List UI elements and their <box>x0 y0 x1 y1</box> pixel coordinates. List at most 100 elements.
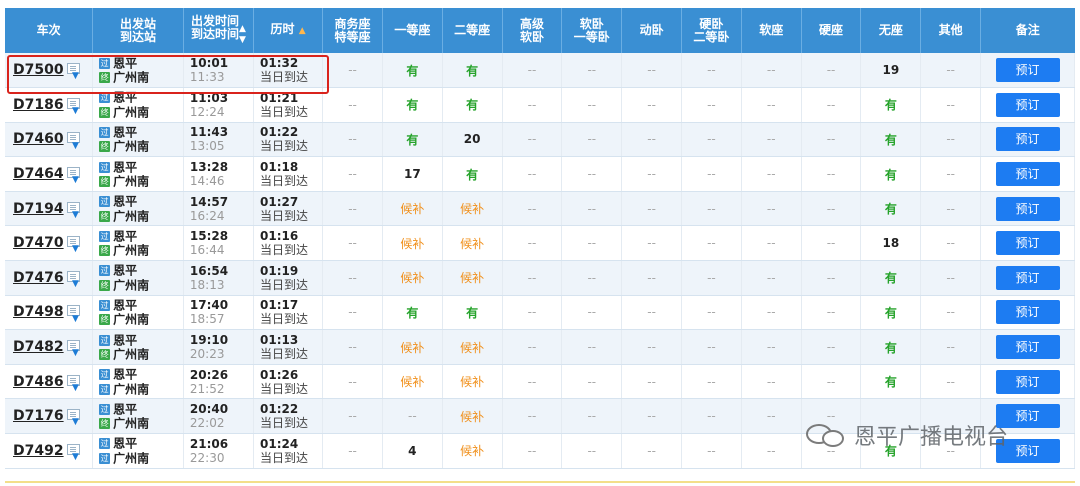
seat-soft-seat: -- <box>741 398 802 435</box>
seat-moving-sleeper: -- <box>621 433 682 469</box>
book-button[interactable]: 预订 <box>995 231 1060 256</box>
seat-hard-seat: -- <box>801 364 862 400</box>
seat-availability[interactable]: 候补 <box>460 410 484 424</box>
seat-business: -- <box>322 260 383 296</box>
seat-availability[interactable]: 候补 <box>460 444 484 458</box>
table-row: D7194 ▼ 过恩平 终广州南 14:57 16:24 01:27 当日到达 … <box>5 191 1075 227</box>
seat-availability[interactable]: 候补 <box>400 237 424 251</box>
train-number-link[interactable]: D7186 <box>13 97 64 113</box>
seat-availability[interactable]: 候补 <box>400 271 424 285</box>
expand-down-icon[interactable]: ▼ <box>72 383 79 393</box>
expand-down-icon[interactable]: ▼ <box>72 210 79 220</box>
train-number-link[interactable]: D7482 <box>13 339 64 355</box>
book-button[interactable]: 预订 <box>995 127 1060 152</box>
station-tag-icon: 过 <box>99 265 111 277</box>
seat-first-class: 17 <box>382 156 443 192</box>
seat-deluxe-soft: -- <box>502 329 563 365</box>
book-button[interactable]: 预订 <box>995 92 1060 117</box>
station-tag-icon: 终 <box>99 418 111 430</box>
train-number-link[interactable]: D7194 <box>13 201 64 217</box>
departure-time: 14:57 <box>189 194 229 209</box>
station-tag-icon: 过 <box>99 334 111 346</box>
seat-moving-sleeper: -- <box>621 260 682 296</box>
train-number-link[interactable]: D7470 <box>13 235 64 251</box>
seat-availability: 有 <box>466 167 479 182</box>
seat-deluxe-soft: -- <box>502 433 563 469</box>
to-station: 广州南 <box>113 278 150 293</box>
book-button[interactable]: 预订 <box>995 58 1060 83</box>
station-tag-icon: 终 <box>99 245 111 257</box>
seat-availability: -- <box>647 443 656 458</box>
train-number-link[interactable]: D7486 <box>13 374 64 390</box>
book-button[interactable]: 预订 <box>995 265 1060 290</box>
station-tag-icon: 过 <box>99 126 111 138</box>
station-cell: 过恩平 过广州南 <box>92 433 184 469</box>
train-number-link[interactable]: D7476 <box>13 270 64 286</box>
expand-down-icon[interactable]: ▼ <box>72 417 79 427</box>
seat-soft-first: -- <box>561 260 623 296</box>
train-number-link[interactable]: D7498 <box>13 304 64 320</box>
train-cell: D7176 ▼ <box>5 398 94 435</box>
seat-availability: -- <box>826 340 836 355</box>
station-tag-icon: 过 <box>99 403 111 415</box>
seat-availability: -- <box>766 132 776 147</box>
expand-down-icon[interactable]: ▼ <box>72 279 79 289</box>
train-number-link[interactable]: D7460 <box>13 131 64 147</box>
arrival-note: 当日到达 <box>260 450 309 465</box>
seat-availability[interactable]: 候补 <box>460 375 484 389</box>
expand-down-icon[interactable]: ▼ <box>72 244 79 254</box>
expand-down-icon[interactable]: ▼ <box>72 141 79 151</box>
seat-availability: -- <box>527 340 537 355</box>
arrival-note: 当日到达 <box>260 277 309 292</box>
seat-moving-sleeper: -- <box>621 53 682 89</box>
train-number-link[interactable]: D7492 <box>13 443 64 459</box>
seat-availability[interactable]: 候补 <box>400 375 424 389</box>
seat-other: -- <box>920 122 982 158</box>
seat-availability: 有 <box>884 444 897 459</box>
sort-arrows-icon: ▲ ▼ <box>239 23 246 45</box>
from-station: 恩平 <box>113 298 138 313</box>
expand-down-icon[interactable]: ▼ <box>72 71 79 81</box>
seat-hard-seat: -- <box>801 156 862 192</box>
train-number-link[interactable]: D7176 <box>13 408 64 424</box>
book-button[interactable]: 预订 <box>995 438 1060 463</box>
seat-soft-first: -- <box>561 191 623 227</box>
time-cell: 20:26 21:52 <box>183 364 255 400</box>
seat-availability[interactable]: 候补 <box>400 341 424 355</box>
book-button[interactable]: 预订 <box>995 300 1060 325</box>
from-station: 恩平 <box>113 367 138 382</box>
seat-availability: -- <box>766 340 776 355</box>
book-button[interactable]: 预订 <box>995 196 1060 221</box>
expand-down-icon[interactable]: ▼ <box>72 314 79 324</box>
seat-availability: -- <box>826 132 836 147</box>
to-station: 广州南 <box>113 347 150 362</box>
train-number-link[interactable]: D7464 <box>13 166 64 182</box>
expand-down-icon[interactable]: ▼ <box>72 348 79 358</box>
book-button[interactable]: 预订 <box>995 162 1060 187</box>
seat-availability: -- <box>408 409 417 424</box>
seat-availability[interactable]: 候补 <box>460 341 484 355</box>
table-row: D7492 ▼ 过恩平 过广州南 21:06 22:30 01:24 当日到达 … <box>5 433 1075 469</box>
remark-cell: 预订 <box>980 87 1075 123</box>
seat-availability[interactable]: 候补 <box>460 271 484 285</box>
seat-availability: -- <box>647 201 656 216</box>
duration-cell: 01:24 当日到达 <box>253 433 324 469</box>
seat-availability[interactable]: 候补 <box>400 202 424 216</box>
seat-availability: -- <box>707 236 716 251</box>
seat-moving-sleeper: -- <box>621 364 682 400</box>
book-button[interactable]: 预订 <box>995 335 1060 360</box>
seat-availability[interactable]: 候补 <box>460 237 484 251</box>
expand-down-icon[interactable]: ▼ <box>72 452 79 462</box>
header-times[interactable]: 出发时间 到达时间▲ ▼ <box>183 8 255 53</box>
seat-deluxe-soft: -- <box>502 53 563 89</box>
train-number-link[interactable]: D7500 <box>13 62 64 78</box>
expand-down-icon[interactable]: ▼ <box>72 106 79 116</box>
header-duration[interactable]: 历时 ▲ <box>253 8 324 53</box>
expand-down-icon[interactable]: ▼ <box>72 175 79 185</box>
seat-availability: -- <box>587 305 597 320</box>
seat-availability[interactable]: 候补 <box>460 202 484 216</box>
book-button[interactable]: 预订 <box>995 404 1060 429</box>
seat-availability: -- <box>766 409 776 424</box>
book-button[interactable]: 预订 <box>995 369 1060 394</box>
header-hard-seat: 硬座 <box>801 8 862 53</box>
